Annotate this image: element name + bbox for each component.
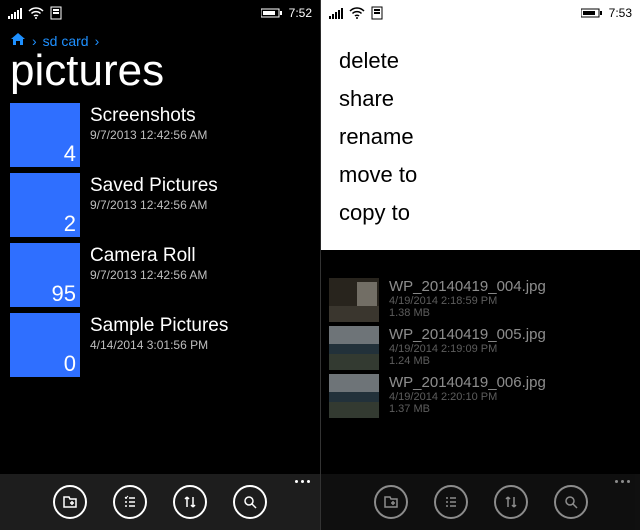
sort-button[interactable] bbox=[173, 485, 207, 519]
file-size: 1.24 MB bbox=[389, 355, 546, 367]
file-row[interactable]: WP_20140419_004.jpg 4/19/2014 2:18:59 PM… bbox=[329, 278, 632, 322]
file-size: 1.37 MB bbox=[389, 403, 546, 415]
search-button[interactable] bbox=[554, 485, 588, 519]
folder-name: Screenshots bbox=[90, 105, 207, 127]
file-name: WP_20140419_004.jpg bbox=[389, 278, 546, 295]
app-bar bbox=[321, 474, 640, 530]
sort-button[interactable] bbox=[494, 485, 528, 519]
page-title: pictures bbox=[0, 49, 320, 103]
file-row[interactable]: WP_20140419_006.jpg 4/19/2014 2:20:10 PM… bbox=[329, 374, 632, 418]
folder-row[interactable]: 95 Camera Roll 9/7/2013 12:42:56 AM bbox=[10, 243, 320, 307]
app-bar bbox=[0, 474, 320, 530]
menu-item-move-to[interactable]: move to bbox=[339, 156, 622, 194]
data-icon bbox=[50, 6, 62, 20]
data-icon bbox=[371, 6, 383, 20]
folder-count: 4 bbox=[64, 141, 76, 167]
status-time: 7:53 bbox=[609, 6, 632, 20]
folder-tile[interactable]: 95 bbox=[10, 243, 80, 307]
wifi-icon bbox=[28, 7, 44, 19]
status-time: 7:52 bbox=[289, 6, 312, 20]
folder-name: Camera Roll bbox=[90, 245, 207, 267]
folder-list: 4 Screenshots 9/7/2013 12:42:56 AM 2 Sav… bbox=[0, 103, 320, 474]
folder-tile[interactable]: 4 bbox=[10, 103, 80, 167]
file-name: WP_20140419_005.jpg bbox=[389, 326, 546, 343]
file-date: 4/19/2014 2:19:09 PM bbox=[389, 343, 546, 355]
folder-count: 2 bbox=[64, 211, 76, 237]
folder-row[interactable]: 4 Screenshots 9/7/2013 12:42:56 AM bbox=[10, 103, 320, 167]
context-menu: delete share rename move to copy to bbox=[321, 26, 640, 250]
file-name: WP_20140419_006.jpg bbox=[389, 374, 546, 391]
battery-icon bbox=[581, 8, 603, 18]
file-date: 4/19/2014 2:20:10 PM bbox=[389, 391, 546, 403]
folder-date: 9/7/2013 12:42:56 AM bbox=[90, 268, 207, 282]
folder-date: 9/7/2013 12:42:56 AM bbox=[90, 198, 218, 212]
screen-folders: 7:52 › sd card › pictures 4 Screenshots … bbox=[0, 0, 320, 530]
more-button[interactable] bbox=[295, 480, 310, 483]
folder-count: 0 bbox=[64, 351, 76, 377]
file-thumbnail bbox=[329, 374, 379, 418]
signal-icon bbox=[8, 7, 22, 19]
menu-item-rename[interactable]: rename bbox=[339, 118, 622, 156]
status-bar: 7:53 bbox=[321, 0, 640, 26]
folder-row[interactable]: 0 Sample Pictures 4/14/2014 3:01:56 PM bbox=[10, 313, 320, 377]
folder-tile[interactable]: 2 bbox=[10, 173, 80, 237]
select-button[interactable] bbox=[434, 485, 468, 519]
status-bar: 7:52 bbox=[0, 0, 320, 26]
battery-icon bbox=[261, 8, 283, 18]
file-date: 4/19/2014 2:18:59 PM bbox=[389, 295, 546, 307]
menu-item-share[interactable]: share bbox=[339, 80, 622, 118]
file-list: WP_20140419_004.jpg 4/19/2014 2:18:59 PM… bbox=[321, 278, 640, 474]
menu-item-delete[interactable]: delete bbox=[339, 42, 622, 80]
folder-count: 95 bbox=[52, 281, 76, 307]
file-row[interactable]: WP_20140419_005.jpg 4/19/2014 2:19:09 PM… bbox=[329, 326, 632, 370]
new-folder-button[interactable] bbox=[374, 485, 408, 519]
select-button[interactable] bbox=[113, 485, 147, 519]
folder-tile[interactable]: 0 bbox=[10, 313, 80, 377]
more-button[interactable] bbox=[615, 480, 630, 483]
file-thumbnail bbox=[329, 278, 379, 322]
file-size: 1.38 MB bbox=[389, 307, 546, 319]
folder-name: Saved Pictures bbox=[90, 175, 218, 197]
screen-file-context: 7:53 delete share rename move to copy to… bbox=[320, 0, 640, 530]
new-folder-button[interactable] bbox=[53, 485, 87, 519]
folder-date: 9/7/2013 12:42:56 AM bbox=[90, 128, 207, 142]
wifi-icon bbox=[349, 7, 365, 19]
file-thumbnail bbox=[329, 326, 379, 370]
folder-row[interactable]: 2 Saved Pictures 9/7/2013 12:42:56 AM bbox=[10, 173, 320, 237]
menu-item-copy-to[interactable]: copy to bbox=[339, 194, 622, 232]
folder-date: 4/14/2014 3:01:56 PM bbox=[90, 338, 228, 352]
signal-icon bbox=[329, 7, 343, 19]
folder-name: Sample Pictures bbox=[90, 315, 228, 337]
search-button[interactable] bbox=[233, 485, 267, 519]
